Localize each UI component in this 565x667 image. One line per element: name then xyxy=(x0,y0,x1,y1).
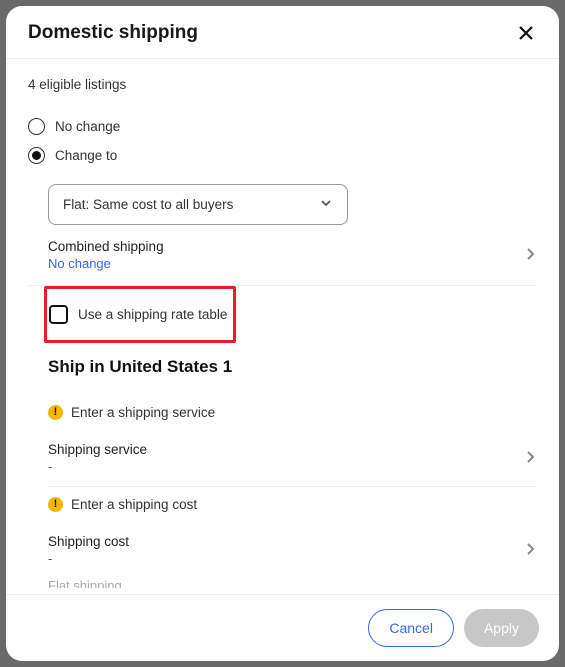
chevron-right-icon xyxy=(523,542,537,559)
radio-icon xyxy=(28,118,45,135)
shipping-cost-value: - xyxy=(48,551,129,566)
chevron-right-icon xyxy=(523,247,537,264)
warning-text: Enter a shipping service xyxy=(71,405,215,420)
rate-table-checkbox-row[interactable]: Use a shipping rate table xyxy=(49,291,227,338)
eligible-listings-text: 4 eligible listings xyxy=(28,77,537,92)
modal-footer: Cancel Apply xyxy=(6,594,559,661)
shipping-service-label: Shipping service xyxy=(48,442,147,457)
modal-body[interactable]: 4 eligible listings No change Change to … xyxy=(6,59,559,594)
shipping-cost-row[interactable]: Shipping cost - xyxy=(28,522,537,578)
chevron-right-icon xyxy=(523,450,537,467)
radio-no-change[interactable]: No change xyxy=(28,112,537,141)
cutoff-text: Flat shipping xyxy=(28,578,537,588)
ship-section-title: Ship in United States 1 xyxy=(28,357,537,377)
change-to-section: Flat: Same cost to all buyers Combined s… xyxy=(28,184,537,285)
checkbox-icon xyxy=(49,305,68,324)
warning-enter-cost: ! Enter a shipping cost xyxy=(28,487,537,522)
radio-icon-selected xyxy=(28,147,45,164)
close-icon xyxy=(518,25,534,41)
warning-enter-service: ! Enter a shipping service xyxy=(28,395,537,430)
warning-icon: ! xyxy=(48,497,63,512)
radio-label: No change xyxy=(55,119,120,134)
highlight-box: Use a shipping rate table xyxy=(44,286,236,343)
rate-table-label: Use a shipping rate table xyxy=(78,307,227,322)
cancel-button[interactable]: Cancel xyxy=(368,609,454,647)
combined-shipping-row[interactable]: Combined shipping No change xyxy=(48,225,537,285)
select-value: Flat: Same cost to all buyers xyxy=(63,197,233,212)
shipping-service-row[interactable]: Shipping service - xyxy=(28,430,537,486)
domestic-shipping-modal: Domestic shipping 4 eligible listings No… xyxy=(6,6,559,661)
chevron-down-icon xyxy=(319,196,333,213)
modal-title: Domestic shipping xyxy=(28,22,198,44)
radio-label: Change to xyxy=(55,148,117,163)
combined-shipping-label: Combined shipping xyxy=(48,239,164,254)
shipping-cost-label: Shipping cost xyxy=(48,534,129,549)
warning-icon: ! xyxy=(48,405,63,420)
combined-shipping-value: No change xyxy=(48,256,164,271)
shipping-type-select[interactable]: Flat: Same cost to all buyers xyxy=(48,184,348,225)
close-button[interactable] xyxy=(515,22,537,44)
shipping-service-value: - xyxy=(48,459,147,474)
modal-header: Domestic shipping xyxy=(6,6,559,59)
change-radio-group: No change Change to xyxy=(28,112,537,170)
warning-text: Enter a shipping cost xyxy=(71,497,197,512)
radio-change-to[interactable]: Change to xyxy=(28,141,537,170)
apply-button[interactable]: Apply xyxy=(464,609,539,647)
